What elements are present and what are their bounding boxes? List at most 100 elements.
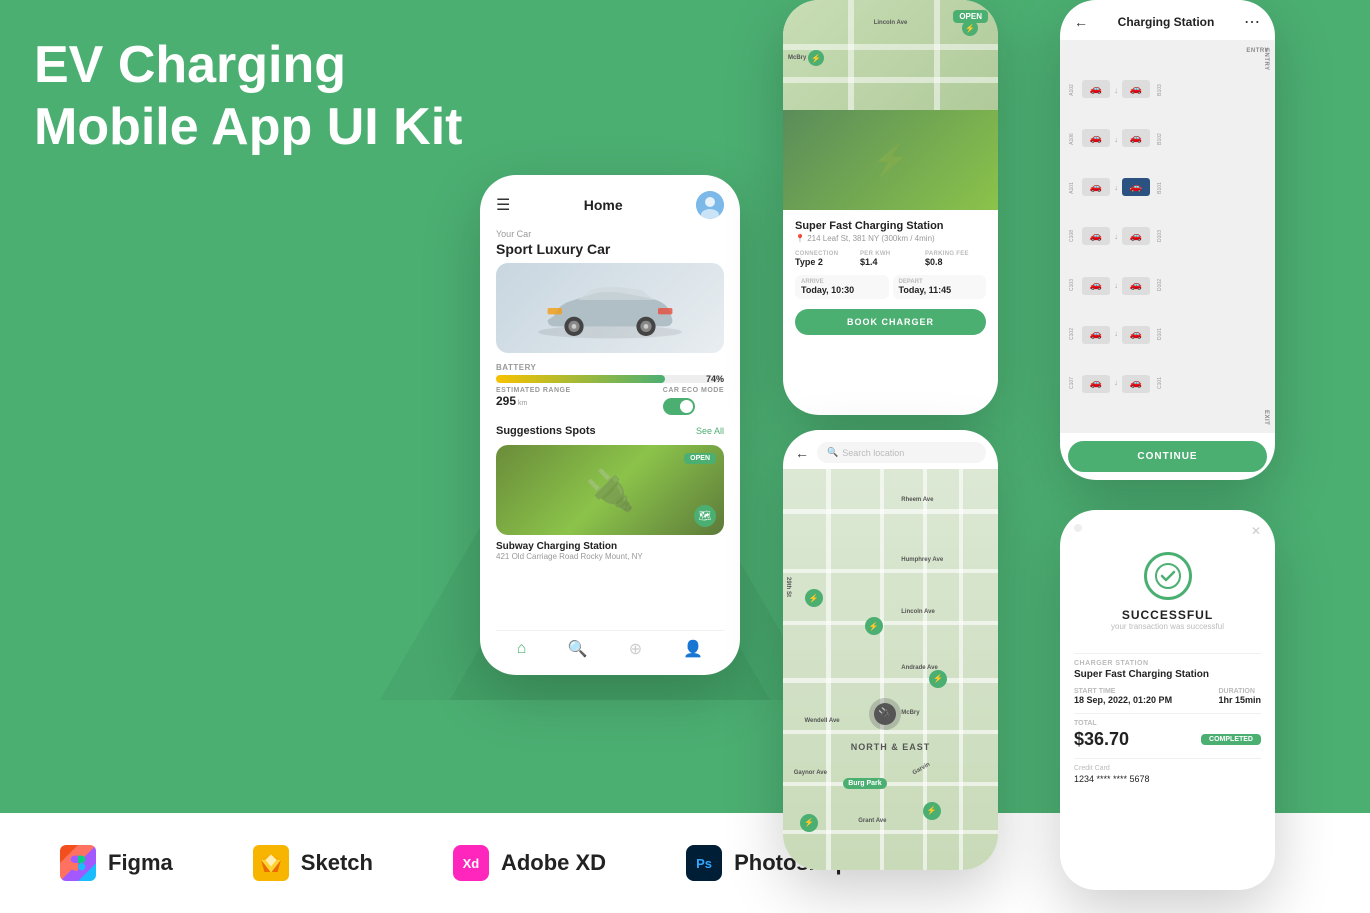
station-name: Super Fast Charging Station [795, 220, 986, 232]
eco-mode: CAR ECO MODE [663, 387, 724, 415]
card-info: Subway Charging Station 421 Old Carriage… [496, 535, 724, 561]
xd-label: Adobe XD [501, 850, 606, 876]
nav-home-icon[interactable]: ⌂ [517, 640, 527, 658]
close-button[interactable]: ✕ [1251, 524, 1261, 538]
map-pin-2[interactable]: ⚡ [929, 670, 947, 688]
slot-selected[interactable]: 🚗 [1122, 178, 1150, 196]
nav-search-icon[interactable]: 🔍 [568, 639, 588, 659]
range-unit: km [518, 400, 527, 407]
right-slots: 🚗 🚗 🚗 🚗 🚗 🚗 🚗 [1122, 46, 1150, 427]
car-name: Sport Luxury Car [496, 241, 724, 257]
selected-location-pin: 🔌 [874, 703, 896, 725]
total-row: $36.70 COMPLETED [1074, 729, 1261, 750]
divider-3 [1074, 758, 1261, 759]
charger-station-label: CHARGER STATION [1074, 660, 1261, 667]
header-dot [1074, 524, 1082, 532]
left-slots: 🚗 🚗 🚗 🚗 🚗 🚗 🚗 [1082, 46, 1110, 427]
nav-profile-icon[interactable]: 👤 [683, 639, 703, 659]
xd-tool: Xd Adobe XD [453, 845, 606, 881]
map-pin-5[interactable]: ⚡ [923, 802, 941, 820]
street-label-mcbry: McBry [901, 710, 919, 716]
home-title: Home [584, 197, 623, 213]
phone-success: ✕ SUCCESSFUL your transaction was succes… [1060, 510, 1275, 890]
station-photo: ⚡ [783, 110, 998, 210]
station-address: 📍 214 Leaf St, 381 NY (300km / 4min) [795, 234, 986, 243]
map-pin-1[interactable]: ⚡ [805, 589, 823, 607]
slot[interactable]: 🚗 [1082, 80, 1110, 98]
map-pin-3[interactable]: ⚡ [865, 617, 883, 635]
time-grid: ARRIVE Today, 10:30 DEPART Today, 11:45 [795, 275, 986, 299]
continue-button[interactable]: CONTINUE [1068, 441, 1267, 472]
xd-icon: Xd [453, 845, 489, 881]
toggle-knob [680, 400, 693, 413]
figma-icon [60, 845, 96, 881]
back-button[interactable]: ← [1074, 14, 1088, 30]
station-header: ← Charging Station ⋯ [1060, 0, 1275, 40]
card-address: 421 Old Carriage Road Rocky Mount, NY [496, 552, 724, 561]
map-header: ← 🔍 Search location [783, 430, 998, 469]
your-car-label: Your Car [496, 229, 724, 239]
search-bar[interactable]: 🔍 Search location [817, 442, 986, 463]
slot[interactable]: 🚗 [1082, 277, 1110, 295]
battery-bar-bg: 74% [496, 375, 724, 383]
map-pin-2: ⚡ [808, 50, 824, 66]
book-charger-button[interactable]: BOOK CHARGER [795, 309, 986, 335]
per-kwh-info: PER KWH $1.4 [860, 251, 921, 267]
success-subtitle: your transaction was successful [1111, 622, 1224, 631]
battery-percentage: 74% [706, 374, 724, 384]
north-east-label: NORTH & EAST [851, 742, 931, 752]
credit-label: Credit Card [1074, 765, 1261, 772]
hamburger-icon[interactable]: ☰ [496, 195, 510, 215]
estimated-range: ESTIMATED RANGE 295 km [496, 387, 571, 415]
depart-time: DEPART Today, 11:45 [893, 275, 987, 299]
arrive-time: ARRIVE Today, 10:30 [795, 275, 889, 299]
street-label-wendell: Wendell Ave [805, 718, 840, 724]
slot[interactable]: 🚗 [1082, 227, 1110, 245]
slot[interactable]: 🚗 [1082, 326, 1110, 344]
more-options-icon[interactable]: ⋯ [1244, 12, 1261, 32]
nav-location-icon[interactable]: ⊕ [629, 639, 642, 659]
time-row: START TIME 18 Sep, 2022, 01:20 PM DURATI… [1074, 688, 1261, 705]
slot[interactable]: 🚗 [1082, 178, 1110, 196]
slot[interactable]: 🚗 [1082, 375, 1110, 393]
range-value: 295 [496, 394, 516, 408]
slot[interactable]: 🚗 [1122, 227, 1150, 245]
phone-station-detail: ⚡ ⚡ Lincoln Ave McBry OPEN ⚡ Super Fast … [783, 0, 998, 415]
arrows-column: ↓ ↓ ↓ ↓ ↓ ↓ ↓ [1114, 46, 1118, 427]
slot[interactable]: 🚗 [1122, 326, 1150, 344]
eco-mode-toggle[interactable] [663, 398, 695, 415]
slot[interactable]: 🚗 [1122, 129, 1150, 147]
street-label-rheem: Rheem Ave [901, 497, 933, 503]
suggestions-title: Suggestions Spots [496, 425, 596, 437]
info-grid: CONNECTION Type 2 PER KWH $1.4 PARKING F… [795, 251, 986, 267]
avatar[interactable] [696, 191, 724, 219]
station-card[interactable]: 🔌 OPEN 🗺 [496, 445, 724, 535]
see-all-link[interactable]: See All [696, 426, 724, 436]
car-image [496, 263, 724, 353]
receipt-details: CHARGER STATION Super Fast Charging Stat… [1074, 660, 1261, 784]
slot[interactable]: 🚗 [1122, 277, 1150, 295]
sketch-icon [253, 845, 289, 881]
back-button[interactable]: ← [795, 445, 809, 461]
street-label-lincoln: Lincoln Ave [901, 609, 935, 615]
street-label-garvin: Garvin [912, 761, 931, 776]
selected-location-ring: 🔌 [869, 698, 901, 730]
ps-icon: Ps [686, 845, 722, 881]
slot[interactable]: 🚗 [1122, 80, 1150, 98]
completed-badge: COMPLETED [1201, 734, 1261, 745]
battery-bar [496, 375, 665, 383]
exit-side-label: EXIT [1263, 410, 1269, 425]
hero-title-line2: Mobile App UI Kit [34, 96, 462, 158]
search-placeholder: Search location [842, 448, 904, 458]
phone-map-search: ← 🔍 Search location [783, 430, 998, 870]
open-badge: OPEN [684, 453, 716, 464]
map-button[interactable]: 🗺 [694, 505, 716, 527]
street-label-29th: 29th St [785, 577, 791, 597]
slot[interactable]: 🚗 [1122, 375, 1150, 393]
success-title: SUCCESSFUL [1122, 608, 1213, 622]
figma-tool: Figma [60, 845, 173, 881]
slot[interactable]: 🚗 [1082, 129, 1110, 147]
map-pin-4[interactable]: ⚡ [800, 814, 818, 832]
battery-label: BATTERY [496, 363, 724, 372]
street-label-gaynor: Gaynor Ave [794, 770, 827, 776]
